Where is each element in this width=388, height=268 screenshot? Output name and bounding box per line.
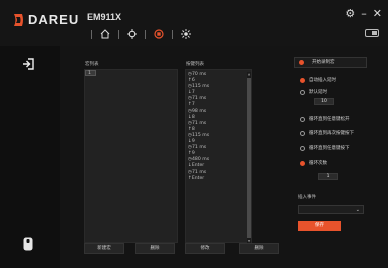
radio-icon — [300, 89, 305, 95]
macro-list[interactable] — [84, 69, 178, 243]
new-macro-button[interactable]: 新建宏 — [84, 243, 124, 254]
exit-icon[interactable] — [22, 55, 34, 74]
battery-toggle-icon[interactable] — [365, 29, 379, 37]
crosshair-icon[interactable] — [125, 27, 139, 41]
main-nav — [85, 27, 193, 41]
brand-name: DAREU — [28, 12, 80, 27]
insert-action-select[interactable]: ⌄ — [298, 205, 364, 214]
device-name: EM911X — [87, 12, 122, 22]
loop-until-any-key-option[interactable]: 循环直到任意键按下 — [300, 145, 350, 151]
radio-icon — [300, 130, 305, 136]
key-list[interactable]: ◷70 ms ↑6 ◷115 ms ↓7 ◷71 ms ↑7 ◷98 ms ↓8… — [185, 69, 252, 243]
close-icon[interactable]: ✕ — [373, 8, 382, 19]
macro-list-item[interactable]: 1 — [85, 70, 96, 76]
left-rail — [0, 46, 60, 268]
macro-list-title: 宏列表 — [85, 62, 99, 67]
delete-macro-button[interactable]: 删除 — [135, 243, 175, 254]
scroll-up-icon[interactable]: ▲ — [247, 72, 251, 76]
dareu-logo-icon — [14, 13, 23, 26]
nav-divider — [91, 29, 92, 39]
nav-divider — [145, 29, 146, 39]
key-list-title: 按键列表 — [186, 62, 204, 67]
start-record-button[interactable]: 开始录制宏 — [294, 57, 367, 68]
radio-selected-icon — [300, 77, 305, 83]
radio-icon — [300, 116, 305, 122]
minimize-icon[interactable]: – — [361, 8, 367, 19]
top-bar: DAREU EM911X ⚙ – ✕ — [0, 0, 388, 46]
save-button[interactable]: 保存 — [298, 221, 341, 231]
mouse-icon[interactable] — [23, 236, 33, 255]
key-list-item[interactable]: ↑Enter — [186, 176, 251, 182]
nav-divider — [118, 29, 119, 39]
start-record-label: 开始录制宏 — [312, 60, 335, 65]
macro-icon[interactable] — [152, 27, 166, 41]
light-icon[interactable] — [179, 27, 193, 41]
default-delay-option[interactable]: 默认延时 — [300, 89, 327, 95]
chevron-down-icon: ⌄ — [355, 207, 360, 213]
modify-key-button[interactable]: 修改 — [185, 243, 225, 254]
auto-insert-delay-label: 自动插入延时 — [309, 78, 336, 83]
radio-selected-icon — [300, 160, 305, 166]
loop-count-label: 循环次数 — [309, 161, 327, 166]
loop-until-release-label: 循环直到任意键松开 — [309, 117, 350, 122]
delete-key-button[interactable]: 删除 — [239, 243, 279, 254]
loop-until-any-key-label: 循环直到任意键按下 — [309, 146, 350, 151]
home-icon[interactable] — [98, 27, 112, 41]
macro-list-item-label: 1 — [88, 71, 91, 76]
loop-until-press-again-label: 循环直到再次按键按下 — [309, 131, 354, 136]
loop-until-release-option[interactable]: 循环直到任意键松开 — [300, 116, 350, 122]
scroll-thumb[interactable] — [247, 78, 251, 238]
record-icon — [299, 60, 304, 65]
loop-until-press-again-option[interactable]: 循环直到再次按键按下 — [300, 130, 354, 136]
default-delay-input[interactable]: 10 — [314, 98, 334, 105]
loop-count-input[interactable]: 1 — [318, 173, 338, 180]
loop-count-option[interactable]: 循环次数 — [300, 160, 327, 166]
nav-divider — [172, 29, 173, 39]
auto-insert-delay-option[interactable]: 自动插入延时 — [300, 77, 336, 83]
insert-action-label: 插入事件 — [298, 195, 316, 200]
window-controls: ⚙ – ✕ — [345, 8, 382, 19]
key-list-scrollbar[interactable]: ▲ ▼ — [247, 72, 251, 243]
settings-icon[interactable]: ⚙ — [345, 8, 355, 19]
radio-icon — [300, 145, 305, 151]
brand-logo: DAREU — [12, 12, 79, 27]
default-delay-label: 默认延时 — [309, 90, 327, 95]
